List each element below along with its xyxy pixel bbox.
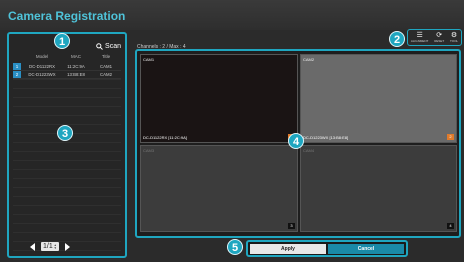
tool-label: TOOL [449, 39, 459, 43]
row-mac: 11:2C:9A [67, 64, 85, 69]
camera-rows: 1 DC-D1122RX 11:2C:9A CAM1 2 DC-D1223WX … [13, 63, 121, 79]
column-header-mac[interactable]: MAC [61, 54, 91, 62]
reset-icon: ⟳ [436, 32, 443, 39]
spinner-icon[interactable]: ▲ ▼ [54, 243, 57, 250]
camera-name: CAM1 [143, 57, 155, 62]
camera-tile[interactable]: CAM2 DC-D1223WX [13:B8:E8] 2 [300, 54, 457, 143]
row-model: DC-D1223WX [28, 72, 56, 77]
column-header-model[interactable]: Model [23, 54, 61, 62]
alignment-label: ALIGNMENT [410, 39, 429, 43]
gear-icon: ⚙ [450, 32, 458, 39]
reset-button[interactable]: ⟳ RESET [434, 32, 444, 43]
toolbar: ☰ ALIGNMENT ⟳ RESET ⚙ TOOL [407, 29, 462, 46]
list-icon: ☰ [416, 32, 423, 39]
action-bar: Apply Cancel [246, 240, 408, 257]
camera-number: 2 [447, 134, 454, 140]
camera-number: 4 [447, 223, 454, 229]
camera-caption: DC-D1223WX [13:B8:E8] [303, 135, 349, 140]
apply-button[interactable]: Apply [250, 243, 326, 254]
camera-name: CAM2 [303, 57, 315, 62]
reset-label: RESET [434, 39, 445, 43]
callout-marker: 5 [227, 239, 243, 255]
row-mac: 13:B8:E8 [67, 72, 85, 77]
pager: 1/1 ▲ ▼ [30, 242, 70, 251]
page-title: Camera Registration [8, 9, 126, 23]
page-value: 1/1 [43, 243, 53, 250]
tool-button[interactable]: ⚙ TOOL [450, 32, 458, 43]
list-header: Model MAC Title [13, 54, 121, 62]
list-grid [13, 79, 121, 262]
title-bar: Camera Registration [0, 0, 464, 30]
callout-marker: 3 [57, 125, 73, 141]
camera-tile[interactable]: CAM1 DC-D1122RX [11:2C:9A] 1 [140, 54, 298, 143]
column-header-title[interactable]: Title [91, 54, 121, 62]
prev-page-icon[interactable] [30, 242, 35, 251]
alignment-button[interactable]: ☰ ALIGNMENT [411, 32, 429, 43]
row-title: CAM1 [100, 64, 112, 69]
page-stepper[interactable]: 1/1 ▲ ▼ [41, 242, 59, 251]
callout-marker: 2 [389, 31, 405, 47]
row-model: DC-D1122RX [29, 64, 55, 69]
next-page-icon[interactable] [64, 242, 70, 251]
camera-number: 3 [288, 223, 295, 229]
table-row[interactable]: 2 DC-D1223WX 13:B8:E8 CAM2 [13, 71, 121, 79]
cancel-button[interactable]: Cancel [328, 243, 404, 254]
camera-tile[interactable]: CAM4 4 [300, 145, 457, 232]
camera-tile[interactable]: CAM3 3 [140, 145, 298, 232]
callout-marker: 4 [288, 133, 304, 149]
camera-caption: DC-D1122RX [11:2C:9A] [143, 135, 187, 140]
scan-label: Scan [105, 43, 121, 50]
table-row[interactable]: 1 DC-D1122RX 11:2C:9A CAM1 [13, 63, 121, 71]
search-icon [96, 43, 103, 50]
row-title: CAM2 [100, 72, 112, 77]
scan-button[interactable]: Scan [96, 43, 121, 50]
camera-name: CAM3 [143, 148, 155, 153]
callout-marker: 1 [54, 33, 70, 49]
camera-name: CAM4 [303, 148, 315, 153]
row-index: 1 [13, 63, 21, 70]
camera-list-panel: Scan Model MAC Title 1 DC-D1122RX 11:2C:… [7, 32, 127, 262]
row-index: 2 [13, 71, 21, 78]
